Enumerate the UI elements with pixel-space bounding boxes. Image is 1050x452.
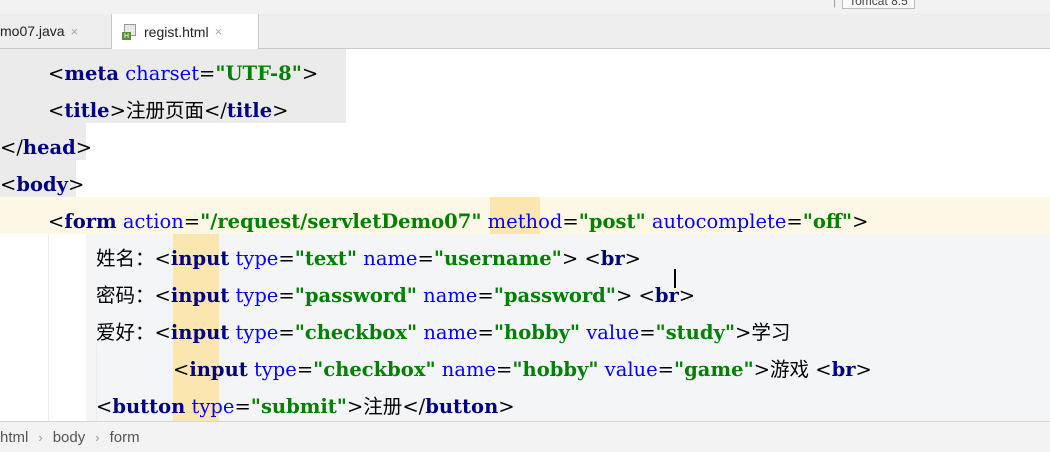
close-icon[interactable]: × [215, 24, 223, 39]
tab-label: regist.html [144, 23, 209, 40]
code-line-5: <form action="/request/servletDemo07" me… [48, 210, 869, 233]
html-file-icon: H [122, 23, 138, 40]
breadcrumb-item-body[interactable]: body [53, 429, 86, 446]
chevron-right-icon: › [95, 429, 100, 445]
breadcrumb-item-form[interactable]: form [110, 429, 140, 446]
code-line-10: <button type="submit">注册</button> [96, 395, 515, 418]
code-line-7: 密码：<input type="password" name="password… [96, 284, 696, 307]
code-line-1: <meta charset="UTF-8"> [48, 62, 319, 85]
code-line-9: <input type="checkbox" name="hobby" valu… [173, 358, 872, 381]
code-editor[interactable]: <meta charset="UTF-8"> <title>注册页面</titl… [0, 49, 1050, 421]
breadcrumb-item-html[interactable]: html [0, 429, 28, 446]
text-caret [674, 269, 676, 288]
close-icon[interactable]: × [71, 24, 79, 39]
code-line-4: <body> [0, 173, 85, 196]
code-line-8: 爱好：<input type="checkbox" name="hobby" v… [96, 321, 791, 344]
run-config-area: | Tomcat 8.5 [833, 0, 915, 9]
tab-label: mo07.java [0, 23, 65, 39]
editor-tab-bar: mo07.java × H regist.html × [0, 14, 1050, 49]
indent-guide [48, 234, 49, 421]
top-toolbar: | Tomcat 8.5 [0, 0, 1050, 14]
run-config-select[interactable]: Tomcat 8.5 [842, 0, 915, 9]
breadcrumb: html › body › form [0, 421, 1050, 452]
code-line-2: <title>注册页面</title> [48, 99, 289, 122]
code-line-6: 姓名：<input type="text" name="username"> <… [96, 247, 641, 270]
tab-html-file[interactable]: H regist.html × [111, 14, 259, 49]
chevron-right-icon: › [38, 429, 43, 445]
tab-java-file[interactable]: mo07.java × [0, 14, 108, 48]
code-line-3: </head> [0, 136, 93, 159]
toolbar-separator: | [833, 0, 837, 8]
